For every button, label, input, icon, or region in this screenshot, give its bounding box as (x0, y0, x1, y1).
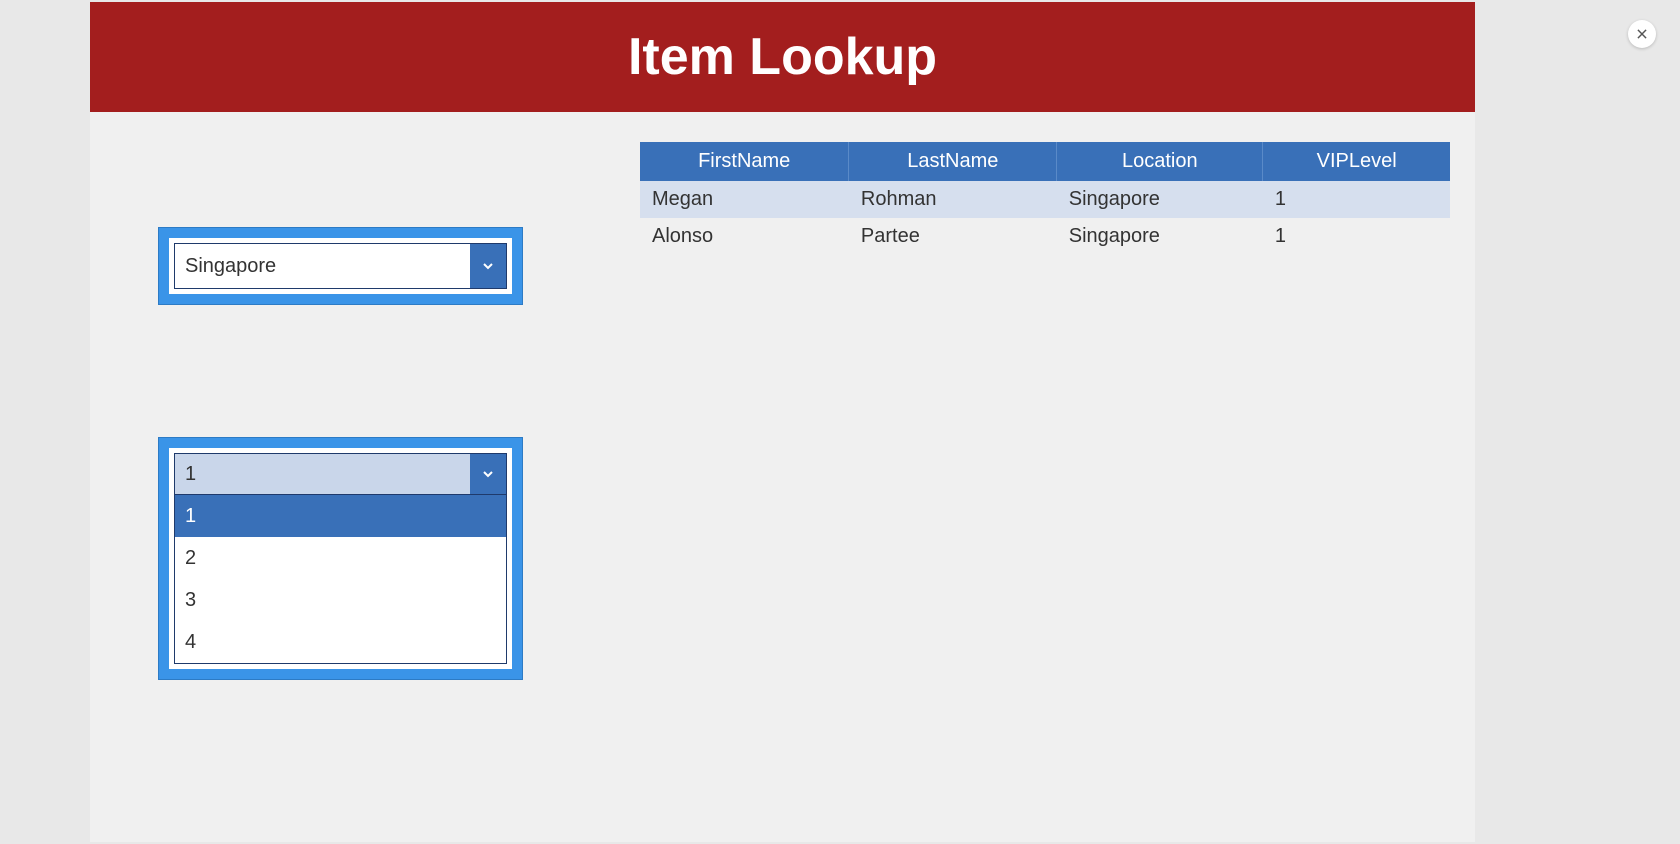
close-button[interactable] (1628, 20, 1656, 48)
table-header-row: FirstName LastName Location VIPLevel (640, 142, 1450, 181)
location-dropdown-frame: Singapore (158, 227, 523, 305)
chevron-down-icon (470, 454, 506, 494)
table-row[interactable]: Megan Rohman Singapore 1 (640, 181, 1450, 218)
col-viplevel[interactable]: VIPLevel (1263, 142, 1450, 181)
col-lastname[interactable]: LastName (849, 142, 1057, 181)
cell-lastname: Partee (849, 218, 1057, 255)
modal-header: Item Lookup (90, 2, 1475, 112)
viplevel-dropdown-options: 1 2 3 4 (174, 495, 507, 664)
viplevel-option-3[interactable]: 3 (175, 579, 506, 621)
col-firstname[interactable]: FirstName (640, 142, 849, 181)
item-lookup-modal: Item Lookup Singapore 1 (90, 2, 1475, 842)
col-location[interactable]: Location (1057, 142, 1263, 181)
viplevel-dropdown-frame: 1 1 2 3 4 (158, 437, 523, 680)
modal-content: Singapore 1 1 2 (90, 112, 1475, 172)
location-dropdown-inner: Singapore (169, 238, 512, 294)
close-icon (1635, 27, 1649, 41)
results-table: FirstName LastName Location VIPLevel Meg… (640, 142, 1450, 255)
cell-firstname: Alonso (640, 218, 849, 255)
cell-location: Singapore (1057, 181, 1263, 218)
table-row[interactable]: Alonso Partee Singapore 1 (640, 218, 1450, 255)
location-dropdown-value: Singapore (175, 244, 470, 288)
cell-lastname: Rohman (849, 181, 1057, 218)
viplevel-option-4[interactable]: 4 (175, 621, 506, 663)
modal-title: Item Lookup (628, 27, 937, 87)
cell-viplevel: 1 (1263, 181, 1450, 218)
cell-location: Singapore (1057, 218, 1263, 255)
viplevel-dropdown-inner: 1 1 2 3 4 (169, 448, 512, 669)
location-dropdown[interactable]: Singapore (174, 243, 507, 289)
cell-firstname: Megan (640, 181, 849, 218)
viplevel-dropdown[interactable]: 1 (174, 453, 507, 495)
cell-viplevel: 1 (1263, 218, 1450, 255)
viplevel-option-1[interactable]: 1 (175, 495, 506, 537)
viplevel-option-2[interactable]: 2 (175, 537, 506, 579)
viplevel-dropdown-value: 1 (175, 454, 470, 494)
chevron-down-icon (470, 244, 506, 288)
